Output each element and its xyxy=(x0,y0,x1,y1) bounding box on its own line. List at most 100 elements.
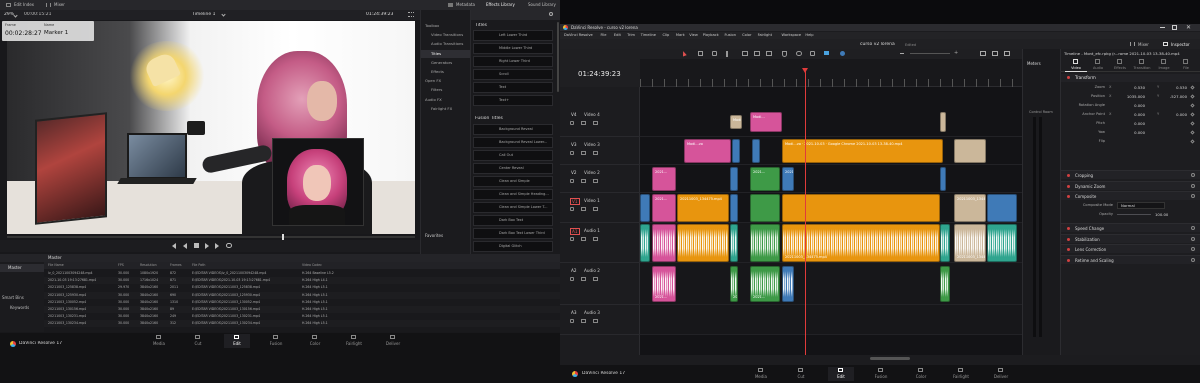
y-value[interactable]: -527.000 xyxy=(1163,94,1187,99)
reset-icon[interactable] xyxy=(1191,257,1195,262)
section-enabled-dot[interactable] xyxy=(1067,258,1070,262)
reset-icon[interactable] xyxy=(1191,226,1195,230)
menu-item-workspace[interactable]: Workspace xyxy=(782,33,802,37)
page-tab-fusion[interactable]: Fusion xyxy=(263,334,289,348)
pool-row[interactable]: 20211003_125930.mp4 30.000 3840x2160 690 E:\… xyxy=(44,291,560,299)
keyframe-icon[interactable] xyxy=(1190,112,1195,117)
audio-clip[interactable]: 2021... xyxy=(652,266,676,302)
marker-icon[interactable] xyxy=(840,51,845,56)
video-clip[interactable]: Modi... xyxy=(730,115,742,129)
keywords-label[interactable]: Keywords xyxy=(10,305,29,310)
audio-clip[interactable] xyxy=(677,224,729,262)
auto-select-icon[interactable] xyxy=(581,319,586,323)
track-header-a2[interactable]: A2 Audio 2 xyxy=(560,263,640,305)
smart-bins-label[interactable]: Smart Bins xyxy=(2,295,24,300)
x-value[interactable]: 0.000 xyxy=(1115,112,1145,117)
menu-item-edit[interactable]: Edit xyxy=(614,33,621,37)
fusion-title-thumbnail[interactable] xyxy=(473,150,553,161)
pool-column-header[interactable]: Video Codec xyxy=(302,263,322,267)
menu-item-fusion[interactable]: Fusion xyxy=(725,33,737,37)
toolbox-item[interactable]: Open FX xyxy=(421,77,471,85)
inspector-tab-audio[interactable]: Audio xyxy=(1087,58,1109,72)
pool-column-header[interactable]: Frames xyxy=(170,263,182,267)
toolbox-item[interactable]: Audio Transitions xyxy=(421,40,471,48)
zoom-in-icon[interactable]: + xyxy=(954,51,958,56)
y-value[interactable]: 0.530 xyxy=(1163,85,1187,90)
menu-item-view[interactable]: View xyxy=(689,33,698,37)
play-icon[interactable] xyxy=(205,243,209,249)
title-thumbnail[interactable] xyxy=(473,69,553,80)
menu-item-file[interactable]: File xyxy=(601,33,607,37)
pool-column-header[interactable]: File Path xyxy=(192,263,205,267)
section-enabled-dot[interactable] xyxy=(1067,195,1070,198)
toolbox-item[interactable]: Video Transitions xyxy=(421,31,471,39)
page-tab-fairlight[interactable]: Fairlight xyxy=(341,334,367,348)
video-clip[interactable]: Modi...vo xyxy=(684,139,731,163)
page-tab-deliver[interactable]: Deliver xyxy=(380,334,406,348)
menu-item-trim[interactable]: Trim xyxy=(627,33,635,37)
page-tab-color[interactable]: Color xyxy=(908,367,934,381)
lock-icon[interactable] xyxy=(570,207,574,211)
position-lock-icon[interactable] xyxy=(810,51,815,56)
audio-clip[interactable] xyxy=(652,224,676,262)
composite-mode-select[interactable]: Normal xyxy=(1117,202,1165,209)
keyframe-icon[interactable] xyxy=(1190,139,1195,144)
pool-row[interactable]: lv_0_20211003094248.mp4 30.000 1080x1920 87… xyxy=(44,270,560,277)
y-value[interactable]: 0.000 xyxy=(1163,112,1187,117)
video-clip[interactable]: Modi... xyxy=(750,112,782,132)
chevron-down-icon[interactable] xyxy=(13,13,18,18)
track-header-v4[interactable]: V4 Video 4 xyxy=(560,107,640,137)
keyframe-icon[interactable] xyxy=(1190,130,1195,135)
track-id[interactable]: V2 xyxy=(570,170,578,175)
tab-edit-index[interactable]: Edit Index xyxy=(14,2,34,7)
x-value[interactable]: 0.530 xyxy=(1115,85,1145,90)
audio-clip[interactable] xyxy=(782,266,794,302)
menu-item-davinci-resolve[interactable]: DaVinci Resolve xyxy=(564,33,593,37)
menu-item-playback[interactable]: Playback xyxy=(703,33,719,37)
auto-select-icon[interactable] xyxy=(581,179,586,183)
pool-row[interactable]: 2021-10-03 19:13:27681.mp4 30.000 1716x102… xyxy=(44,277,560,285)
page-tab-color[interactable]: Color xyxy=(302,334,328,348)
disable-track-icon[interactable] xyxy=(593,237,598,241)
favorites-label[interactable]: Favorites xyxy=(425,233,443,238)
pool-column-header[interactable]: File Name xyxy=(48,263,64,267)
viewer-video[interactable] xyxy=(7,21,415,234)
inspector-icon[interactable] xyxy=(1163,42,1168,46)
audio-clip[interactable] xyxy=(940,266,950,302)
video-clip[interactable]: Modi...vo · 2021-10-03 · Google Chrome 2… xyxy=(782,139,943,163)
search-icon[interactable] xyxy=(549,12,553,16)
disable-track-icon[interactable] xyxy=(593,179,598,183)
track-lane[interactable] xyxy=(640,305,1022,335)
tab-mixer[interactable]: Mixer xyxy=(54,2,65,7)
page-tab-edit[interactable]: Edit xyxy=(828,367,854,381)
video-clip[interactable] xyxy=(730,194,738,222)
lock-icon[interactable] xyxy=(570,121,574,125)
x-value[interactable]: 0.000 xyxy=(1115,103,1145,108)
inspector-section[interactable]: Composite xyxy=(1061,191,1200,200)
tab-inspector[interactable]: Inspector xyxy=(1171,42,1190,47)
inspector-section[interactable]: Speed Change xyxy=(1061,223,1200,232)
inspector-section[interactable]: Stabilization xyxy=(1061,233,1200,243)
pool-row[interactable]: 20211003_130052.mp4 30.000 3840x2160 1310 E:… xyxy=(44,299,560,306)
inspector-section[interactable]: Cropping xyxy=(1061,170,1200,179)
toolbox-item[interactable]: Filters xyxy=(421,86,471,94)
toolbox-item[interactable]: Titles xyxy=(421,49,471,58)
video-clip[interactable] xyxy=(940,167,946,191)
link-icon[interactable] xyxy=(796,51,802,56)
pool-row[interactable]: 20211003_130234.mp4 30.000 3840x2160 312 E:\… xyxy=(44,320,560,328)
lock-icon[interactable] xyxy=(570,319,574,323)
zoom-out-icon[interactable] xyxy=(900,53,904,54)
reset-icon[interactable] xyxy=(1191,183,1195,188)
video-clip[interactable]: 20211003_134475.mp4 xyxy=(954,194,986,222)
pool-row[interactable]: 20211003_130156.mp4 30.000 3840x2160 89 E:\E… xyxy=(44,306,560,313)
pool-row[interactable]: 20211003_130231.mp4 30.000 3840x2160 249 E:\… xyxy=(44,313,560,320)
inspector-tab-transition[interactable]: Transition xyxy=(1131,58,1153,72)
audio-clip[interactable]: 20211003_134475.mp4 xyxy=(954,224,986,262)
video-clip[interactable] xyxy=(987,194,1017,222)
pool-row[interactable]: 20211003_125838.mp4 29.970 3840x2160 2011 E:… xyxy=(44,284,560,291)
track-id[interactable]: V3 xyxy=(570,142,578,147)
keyframe-icon[interactable] xyxy=(1190,103,1195,108)
track-id[interactable]: V1 xyxy=(570,198,580,205)
page-tab-cut[interactable]: Cut xyxy=(185,334,211,348)
inspector-tab-effects[interactable]: Effects xyxy=(1109,58,1131,72)
